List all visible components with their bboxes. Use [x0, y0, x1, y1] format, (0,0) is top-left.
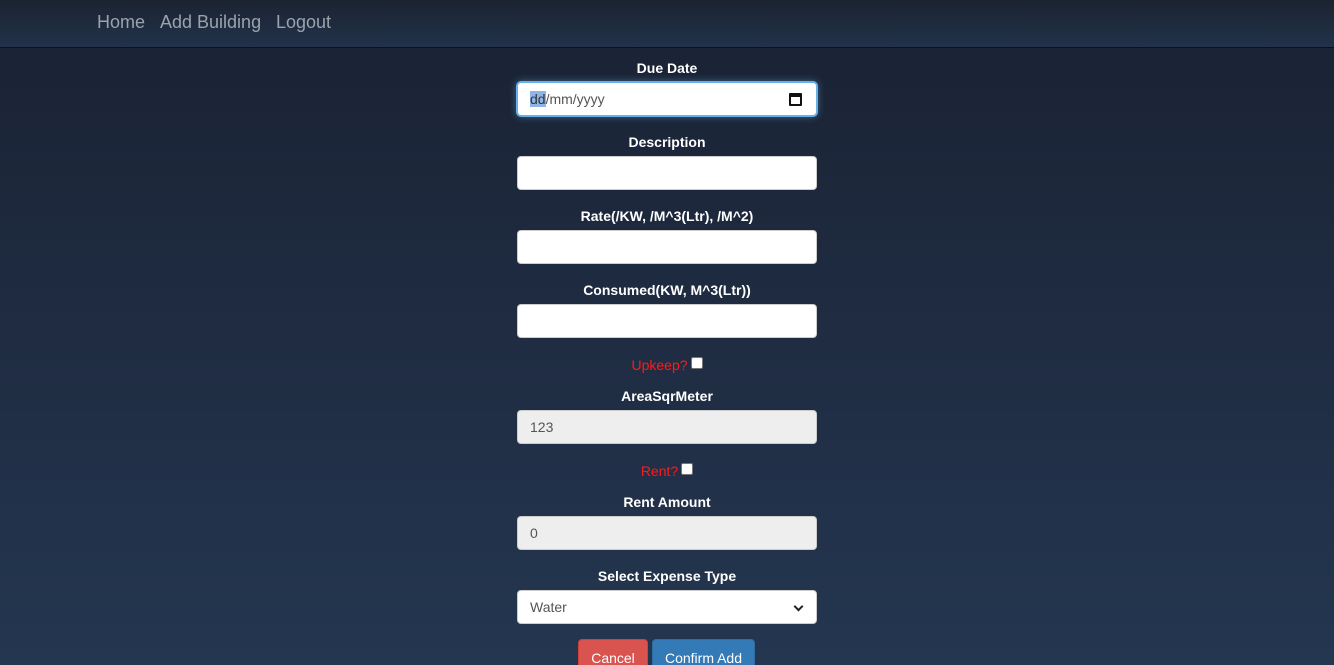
upkeep-row: Upkeep? [517, 357, 817, 373]
rent-label: Rent? [640, 463, 679, 479]
due-date-input[interactable]: dd/mm/yyyy [517, 82, 817, 116]
due-date-rest-segments: /mm/yyyy [545, 91, 605, 107]
description-label: Description [628, 134, 706, 150]
rate-label: Rate(/KW, /M^3(Ltr), /M^2) [580, 208, 754, 224]
cancel-button[interactable]: Cancel [578, 639, 648, 665]
confirm-add-button[interactable]: Confirm Add [652, 639, 755, 665]
description-input[interactable] [517, 156, 817, 190]
calendar-icon[interactable] [789, 93, 802, 106]
upkeep-checkbox[interactable] [690, 357, 703, 369]
nav-add-building-link[interactable]: Add Building [160, 12, 261, 32]
area-label: AreaSqrMeter [621, 388, 713, 404]
due-date-label: Due Date [636, 60, 698, 76]
nav-logout-link[interactable]: Logout [276, 12, 331, 32]
expense-type-label: Select Expense Type [597, 568, 737, 584]
due-date-day-segment[interactable]: dd [530, 91, 546, 107]
expense-type-select[interactable]: Water [517, 590, 817, 624]
rent-amount-input[interactable]: 0 [517, 516, 817, 550]
rent-checkbox[interactable] [681, 463, 694, 475]
rent-row: Rent? [517, 463, 817, 479]
consumed-input[interactable] [517, 304, 817, 338]
nav-home-link[interactable]: Home [97, 12, 145, 32]
consumed-label: Consumed(KW, M^3(Ltr)) [583, 282, 751, 298]
chevron-down-icon [793, 601, 804, 612]
upkeep-label: Upkeep? [631, 357, 688, 373]
rate-input[interactable] [517, 230, 817, 264]
rent-amount-label: Rent Amount [623, 494, 711, 510]
top-navbar: Home Add Building Logout [0, 0, 1334, 48]
expense-type-selected: Water [530, 599, 567, 615]
area-input[interactable]: 123 [517, 410, 817, 444]
